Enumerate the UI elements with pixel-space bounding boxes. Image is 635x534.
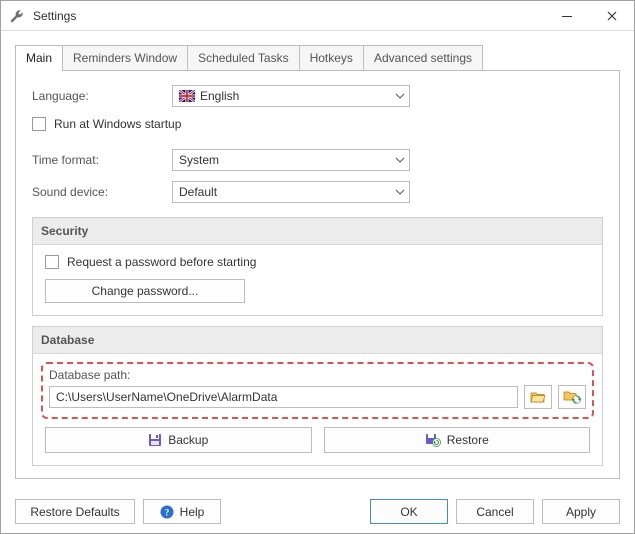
sound-device-select[interactable]: Default [172,181,410,203]
sound-device-label: Sound device: [32,185,172,199]
window-title: Settings [33,9,544,23]
sync-folder-button[interactable] [558,385,586,409]
cancel-button[interactable]: Cancel [456,499,534,524]
button-label: Restore [447,433,489,447]
time-format-value: System [179,153,219,167]
chevron-down-icon [395,91,405,101]
folder-sync-icon [563,389,581,405]
tab-label: Scheduled Tasks [198,51,289,65]
minimize-button[interactable] [544,1,589,31]
svg-text:?: ? [164,507,169,517]
sound-device-value: Default [179,185,217,199]
button-label: Apply [566,505,596,519]
tab-scheduled-tasks[interactable]: Scheduled Tasks [187,45,300,71]
button-label: Cancel [476,505,513,519]
dialog-footer: Restore Defaults ? Help OK Cancel Apply [1,489,634,524]
chevron-down-icon [395,187,405,197]
tab-label: Main [26,51,52,65]
restore-defaults-button[interactable]: Restore Defaults [15,499,135,524]
tab-hotkeys[interactable]: Hotkeys [299,45,364,71]
chevron-down-icon [395,155,405,165]
settings-tabs: Main Reminders Window Scheduled Tasks Ho… [15,45,620,479]
database-path-highlight: Database path: [41,362,594,419]
apply-button[interactable]: Apply [542,499,620,524]
tab-label: Hotkeys [310,51,353,65]
database-group: Database Database path: [32,326,603,466]
change-password-button[interactable]: Change password... [45,279,245,303]
tab-reminders-window[interactable]: Reminders Window [62,45,188,71]
database-path-input[interactable] [49,386,518,408]
tabpanel-main: Language: English [15,70,620,479]
tab-main[interactable]: Main [15,45,63,71]
backup-button[interactable]: Backup [45,427,312,453]
run-at-startup-label: Run at Windows startup [54,117,181,131]
request-password-label: Request a password before starting [67,255,256,269]
button-label: Restore Defaults [30,505,119,519]
tab-label: Reminders Window [73,51,177,65]
save-icon [148,433,162,447]
folder-open-icon [530,390,546,404]
button-label: Backup [168,433,208,447]
close-button[interactable] [589,1,634,31]
titlebar: Settings [1,1,634,31]
flag-uk-icon [179,90,195,102]
language-value: English [200,89,239,103]
button-label: Change password... [92,284,199,298]
database-group-title: Database [33,327,602,354]
help-button[interactable]: ? Help [143,499,221,524]
button-label: OK [400,505,417,519]
language-label: Language: [32,89,172,103]
browse-folder-button[interactable] [524,385,552,409]
time-format-select[interactable]: System [172,149,410,171]
language-select[interactable]: English [172,85,410,107]
run-at-startup-checkbox[interactable] [32,117,46,131]
restore-icon [425,433,441,447]
security-group-title: Security [33,218,602,245]
database-path-label: Database path: [49,368,586,382]
security-group: Security Request a password before start… [32,217,603,316]
button-label: Help [180,505,205,519]
help-icon: ? [160,505,174,519]
time-format-label: Time format: [32,153,172,167]
request-password-checkbox[interactable] [45,255,59,269]
tab-label: Advanced settings [374,51,472,65]
restore-button[interactable]: Restore [324,427,591,453]
tab-advanced-settings[interactable]: Advanced settings [363,45,483,71]
ok-button[interactable]: OK [370,499,448,524]
wrench-icon [9,8,25,24]
